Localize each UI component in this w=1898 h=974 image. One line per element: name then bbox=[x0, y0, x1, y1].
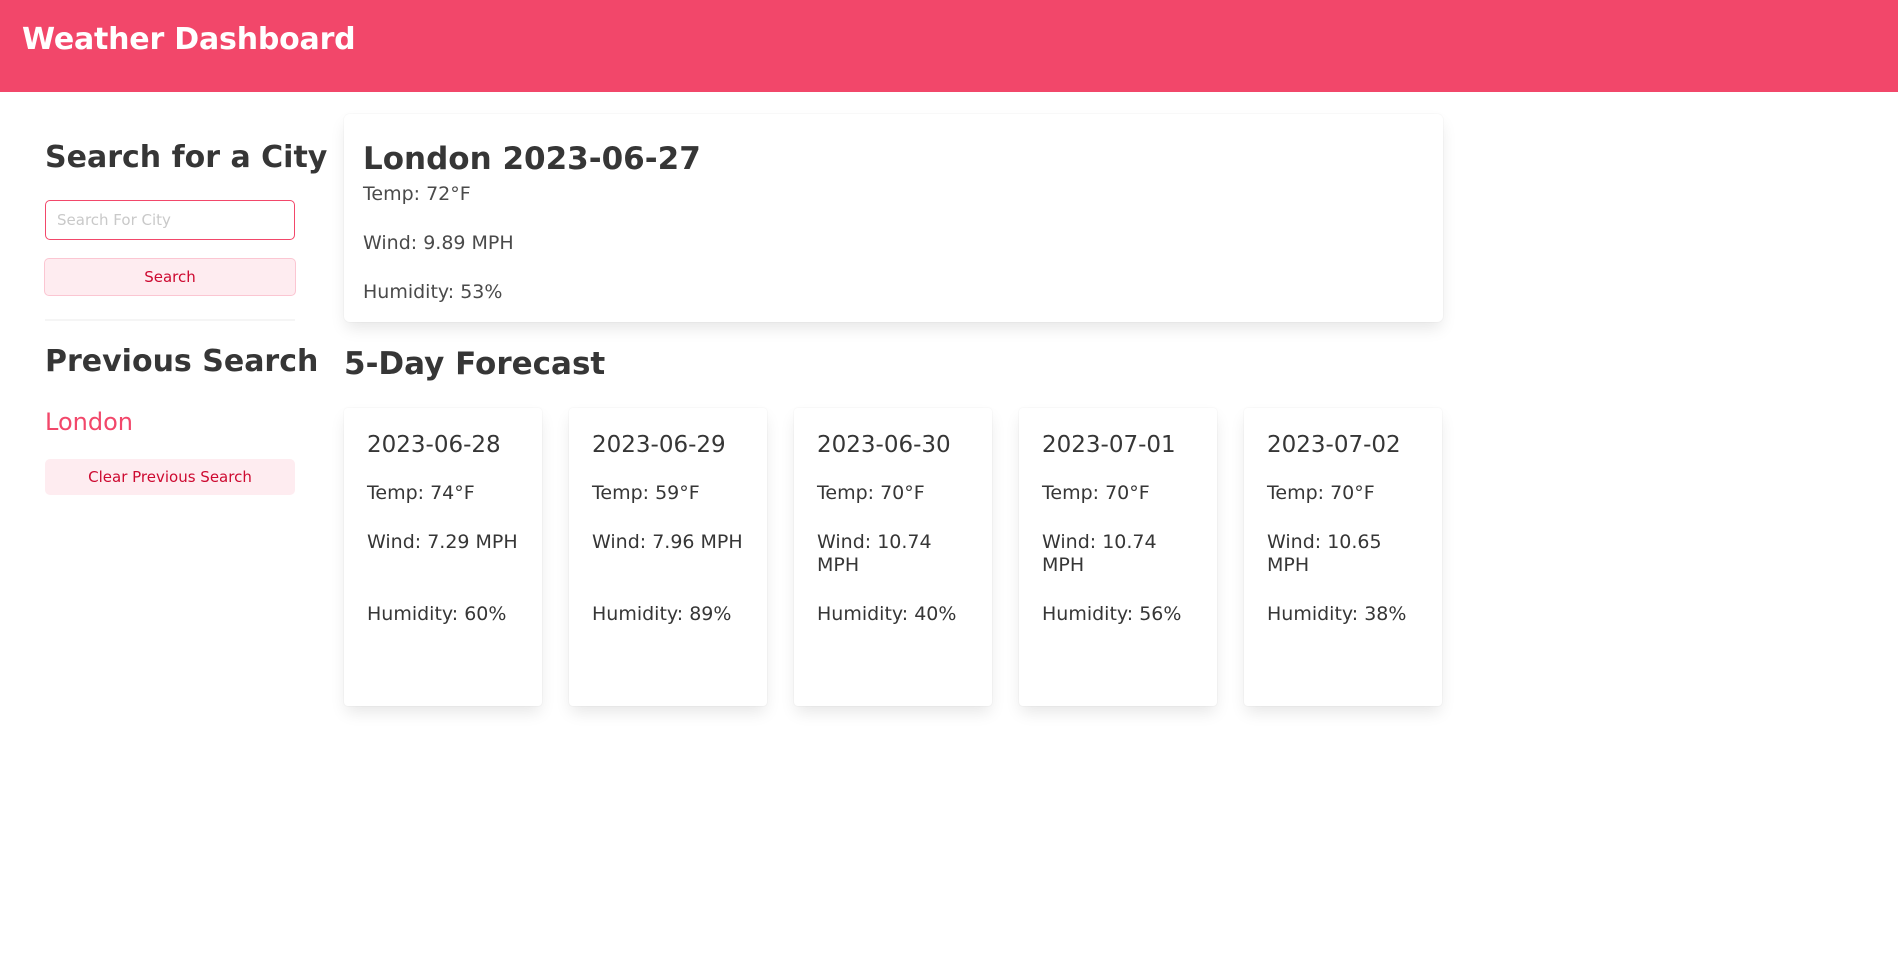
search-button[interactable]: Search bbox=[44, 258, 296, 296]
forecast-wind: Wind: 10.74 MPH bbox=[817, 531, 932, 576]
search-input[interactable] bbox=[45, 200, 295, 240]
forecast-temp: Temp: 74°F bbox=[367, 482, 475, 504]
forecast-humidity: Humidity: 60% bbox=[367, 603, 507, 625]
previous-search-list: London bbox=[45, 408, 133, 436]
forecast-date: 2023-06-28 bbox=[367, 432, 501, 458]
forecast-row: 2023-06-28 Temp: 74°F Wind: 7.29 MPH Hum… bbox=[344, 408, 1443, 708]
forecast-card: 2023-07-02 Temp: 70°F Wind: 10.65 MPH Hu… bbox=[1244, 408, 1442, 706]
forecast-card: 2023-06-30 Temp: 70°F Wind: 10.74 MPH Hu… bbox=[794, 408, 992, 706]
forecast-card: 2023-06-28 Temp: 74°F Wind: 7.29 MPH Hum… bbox=[344, 408, 542, 706]
forecast-date: 2023-07-01 bbox=[1042, 432, 1176, 458]
current-city-date: London 2023-06-27 bbox=[363, 141, 701, 177]
forecast-wind: Wind: 7.29 MPH bbox=[367, 531, 518, 553]
forecast-wind: Wind: 10.74 MPH bbox=[1042, 531, 1157, 576]
forecast-title: 5-Day Forecast bbox=[344, 346, 606, 382]
previous-search-item[interactable]: London bbox=[45, 408, 133, 436]
current-weather-card: London 2023-06-27 Temp: 72°F Wind: 9.89 … bbox=[344, 114, 1443, 322]
forecast-date: 2023-06-29 bbox=[592, 432, 726, 458]
clear-previous-search-button[interactable]: Clear Previous Search bbox=[45, 459, 295, 495]
forecast-humidity: Humidity: 40% bbox=[817, 603, 957, 625]
forecast-humidity: Humidity: 38% bbox=[1267, 603, 1407, 625]
current-temp: Temp: 72°F bbox=[363, 183, 471, 205]
forecast-card: 2023-07-01 Temp: 70°F Wind: 10.74 MPH Hu… bbox=[1019, 408, 1217, 706]
search-title: Search for a City bbox=[45, 140, 328, 175]
previous-search-title: Previous Search bbox=[45, 344, 319, 379]
forecast-date: 2023-06-30 bbox=[817, 432, 951, 458]
forecast-temp: Temp: 70°F bbox=[1267, 482, 1375, 504]
forecast-date: 2023-07-02 bbox=[1267, 432, 1401, 458]
forecast-humidity: Humidity: 89% bbox=[592, 603, 732, 625]
current-humidity: Humidity: 53% bbox=[363, 281, 503, 303]
forecast-humidity: Humidity: 56% bbox=[1042, 603, 1182, 625]
forecast-temp: Temp: 70°F bbox=[817, 482, 925, 504]
sidebar-divider bbox=[45, 319, 295, 321]
forecast-temp: Temp: 70°F bbox=[1042, 482, 1150, 504]
forecast-wind: Wind: 10.65 MPH bbox=[1267, 531, 1382, 576]
app-header: Weather Dashboard bbox=[0, 0, 1898, 92]
forecast-temp: Temp: 59°F bbox=[592, 482, 700, 504]
app-title: Weather Dashboard bbox=[22, 22, 356, 57]
forecast-wind: Wind: 7.96 MPH bbox=[592, 531, 743, 553]
current-wind: Wind: 9.89 MPH bbox=[363, 232, 514, 254]
forecast-card: 2023-06-29 Temp: 59°F Wind: 7.96 MPH Hum… bbox=[569, 408, 767, 706]
